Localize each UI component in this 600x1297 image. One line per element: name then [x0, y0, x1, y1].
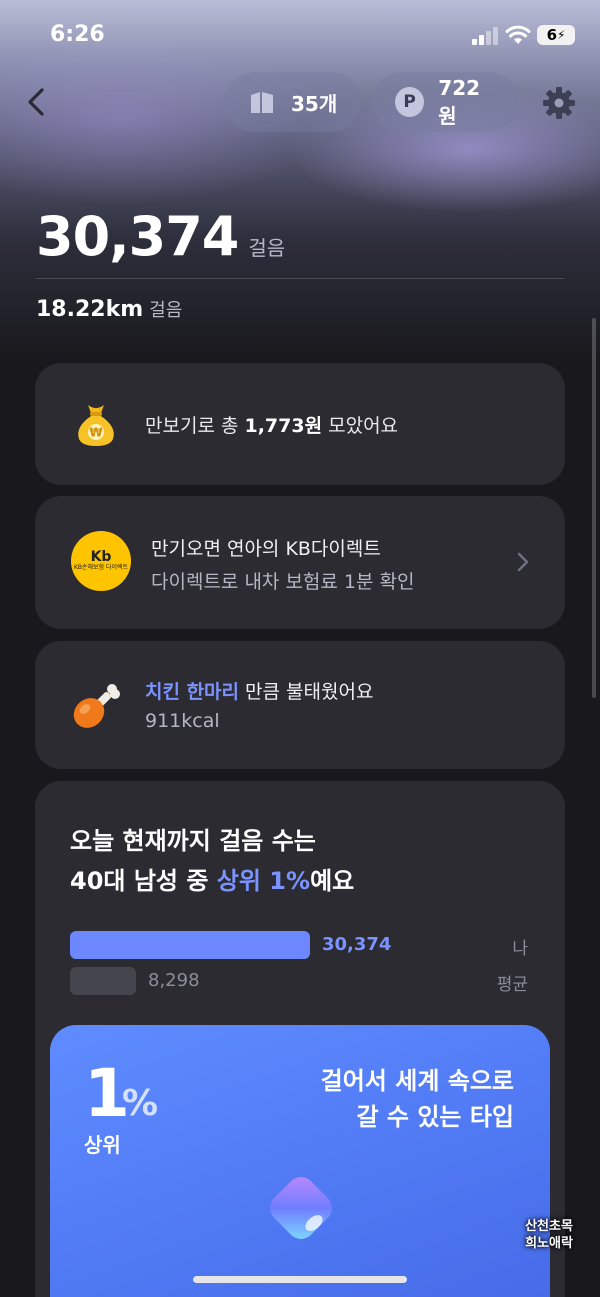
my-steps-value: 30,374	[322, 934, 392, 955]
top-bar: 35개 P 722원	[0, 70, 600, 134]
chicken-leg-icon	[73, 684, 120, 728]
total-steps: 30,374 걸음	[36, 205, 285, 268]
steps-count: 30,374	[36, 205, 239, 268]
calorie-highlight: 치킨 한마리	[145, 681, 240, 703]
signal-icon	[472, 27, 498, 45]
ticket-icon	[251, 92, 273, 113]
home-indicator[interactable]	[193, 1276, 407, 1283]
svg-text:₩: ₩	[89, 426, 103, 440]
ranking-title: 오늘 현재까지 걸음 수는 40대 남성 중 상위 1%예요	[70, 821, 354, 901]
kb-logo-text: KB손해보험 다이렉트	[73, 564, 129, 571]
battery-icon: 6 ⚡	[537, 25, 575, 45]
ranking-line2: 40대 남성 중 상위 1%예요	[70, 861, 354, 901]
rank-percent-sign: %	[122, 1083, 159, 1124]
gem-icon	[270, 1177, 332, 1239]
ad-title: 만기오면 연아의 KB다이렉트	[151, 538, 381, 560]
calorie-kcal: 911kcal	[145, 710, 220, 732]
ranking-highlight: 상위 1%	[216, 867, 311, 895]
watermark-line2: 희노애락	[525, 1236, 573, 1251]
average-steps-value: 8,298	[148, 970, 200, 991]
scrollbar[interactable]	[592, 318, 596, 698]
watermark-line1: 산천초목	[525, 1219, 573, 1234]
savings-amount: 1,773원	[244, 415, 323, 437]
my-steps-bar	[70, 931, 310, 959]
back-icon	[28, 88, 44, 116]
walker-type-card[interactable]: 1 % 상위 걸어서 세계 속으로 갈 수 있는 타입	[50, 1025, 550, 1297]
calorie-card: 치킨 한마리 만큼 불태웠어요 911kcal	[35, 641, 565, 769]
steps-unit: 걸음	[248, 236, 286, 260]
savings-card: ₩ 만보기로 총 1,773원 모았어요	[35, 363, 565, 485]
points-button[interactable]: P 722원	[373, 72, 519, 132]
chevron-right-icon	[517, 552, 529, 572]
ranking-card: 오늘 현재까지 걸음 수는 40대 남성 중 상위 1%예요 30,374 나 …	[35, 781, 565, 1297]
my-steps-label: 나	[512, 939, 528, 959]
ranking-line1: 오늘 현재까지 걸음 수는	[70, 827, 316, 855]
kb-logo: Kb KB손해보험 다이렉트	[71, 531, 131, 591]
average-steps-label: 평균	[496, 975, 528, 995]
watermark: 산천초목 희노애락	[518, 1218, 580, 1252]
total-distance: 18.22km 걸음	[36, 296, 182, 322]
calorie-title: 치킨 한마리 만큼 불태웠어요	[145, 677, 373, 704]
battery-level: 6	[546, 26, 557, 44]
ticket-count-button[interactable]: 35개	[225, 72, 361, 132]
rank-label: 상위	[84, 1133, 121, 1157]
savings-text: 만보기로 총 1,773원 모았어요	[145, 411, 398, 438]
ticket-count: 35개	[291, 91, 338, 116]
wifi-icon	[505, 25, 531, 44]
points-icon: P	[395, 87, 425, 117]
kb-logo-mark: Kb	[90, 549, 112, 565]
summary-divider	[36, 278, 564, 279]
ad-subtitle: 다이렉트로 내차 보험료 1분 확인	[151, 571, 415, 593]
status-bar: 6:26 6 ⚡	[0, 0, 600, 70]
walker-type-line2: 갈 수 있는 타입	[356, 1103, 514, 1131]
savings-suffix: 모았어요	[322, 415, 399, 437]
calorie-suffix: 만큼 불태웠어요	[239, 681, 374, 703]
points-amount: 722원	[438, 75, 481, 128]
money-bag-icon: ₩	[78, 405, 114, 446]
back-button[interactable]	[18, 82, 54, 122]
ranking-line2-suffix: 예요	[310, 867, 355, 895]
savings-prefix: 만보기로 총	[145, 415, 245, 437]
status-time: 6:26	[50, 22, 105, 47]
distance-value: 18.22km	[36, 297, 144, 322]
walker-type-description: 걸어서 세계 속으로 갈 수 있는 타입	[321, 1063, 514, 1135]
walker-type-line1: 걸어서 세계 속으로	[320, 1067, 514, 1095]
ranking-line2-prefix: 40대 남성 중	[70, 867, 217, 895]
gear-icon[interactable]	[540, 84, 578, 122]
kb-insurance-ad-card[interactable]: Kb KB손해보험 다이렉트 만기오면 연아의 KB다이렉트 다이렉트로 내차 …	[35, 496, 565, 629]
distance-unit: 걸음	[149, 300, 183, 321]
average-steps-bar	[70, 967, 136, 995]
